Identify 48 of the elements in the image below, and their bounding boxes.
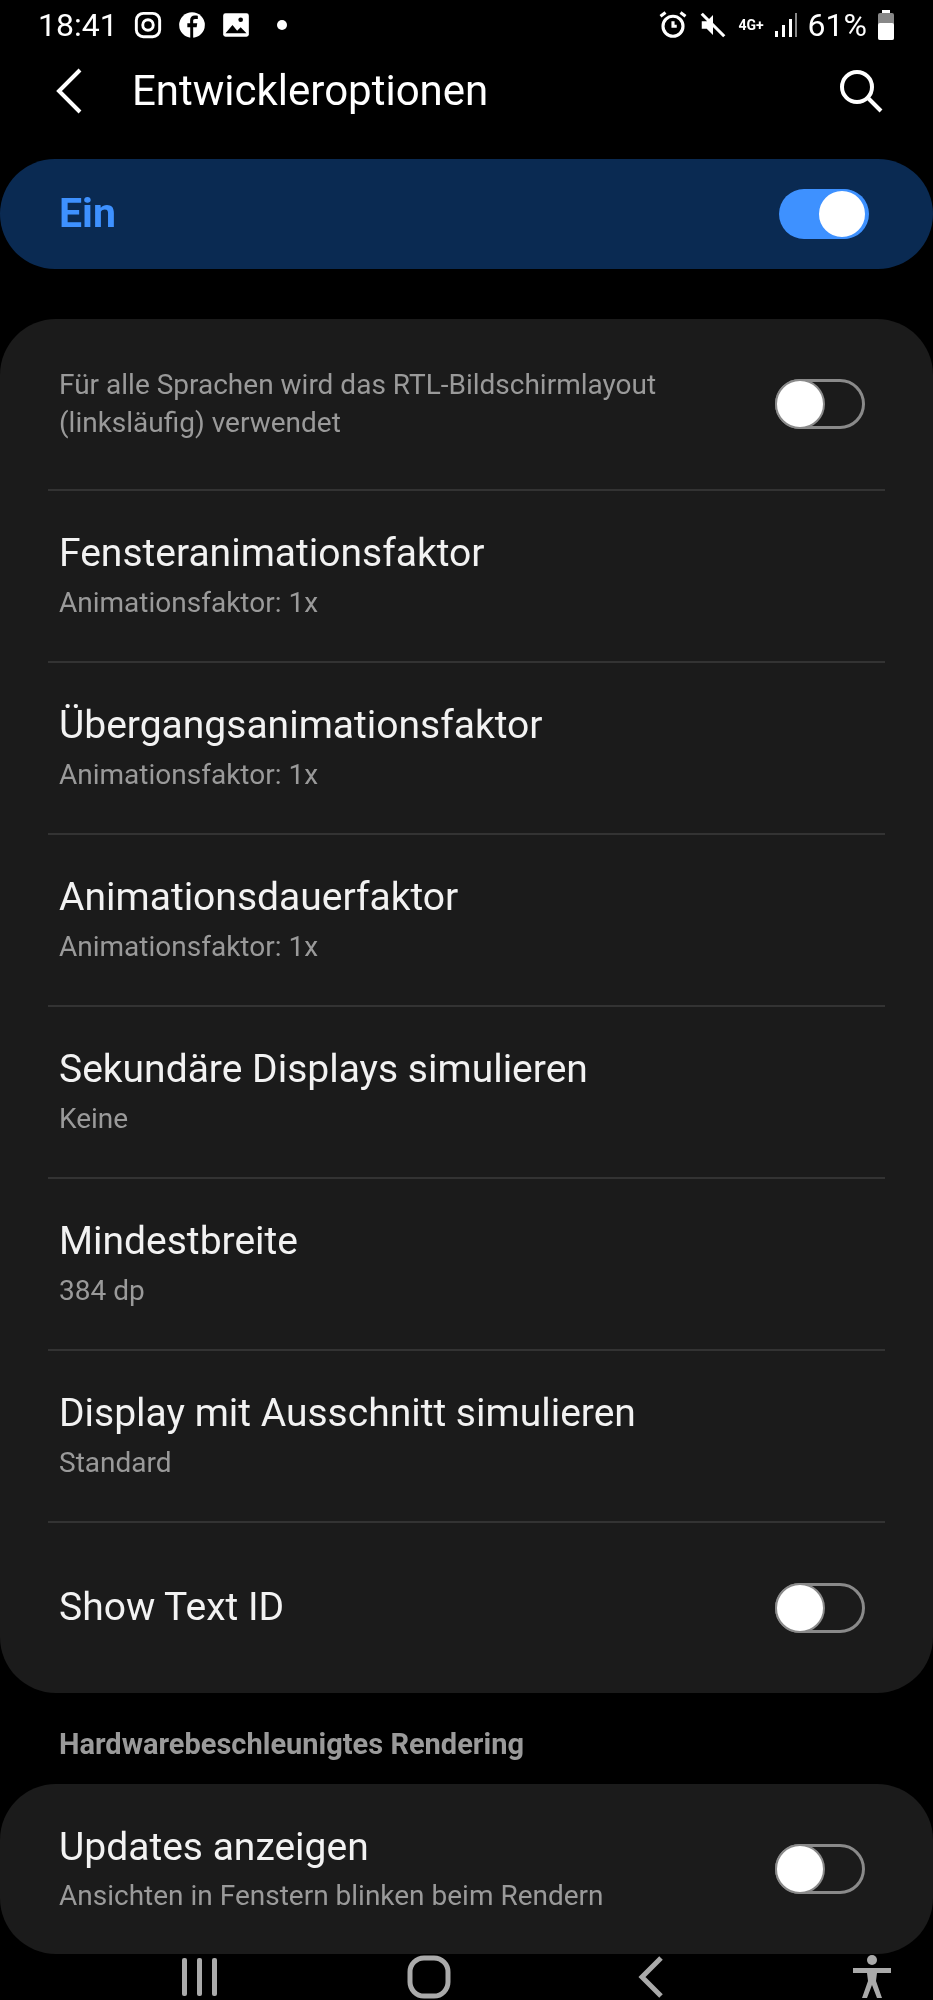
toggle-switch[interactable] xyxy=(775,1844,865,1894)
setting-title: Animationsdauerfaktor xyxy=(59,873,459,922)
setting-title: Display mit Ausschnitt simulieren xyxy=(59,1389,636,1438)
clock: 18:41 xyxy=(38,4,118,46)
master-switch-card[interactable]: Ein xyxy=(0,158,933,269)
battery-level: 61% xyxy=(807,4,867,46)
accessibility-icon[interactable] xyxy=(851,1954,893,2000)
setting-row[interactable]: Show Text ID xyxy=(0,1522,933,1693)
back-icon[interactable] xyxy=(638,1955,664,1999)
setting-subtitle: Für alle Sprachen wird das RTL-Bildschirmlayout (linksläufig) verwendet xyxy=(59,366,658,441)
alarm-icon xyxy=(658,9,689,40)
setting-row[interactable]: Display mit Ausschnitt simulieren Standard xyxy=(0,1350,933,1521)
image-icon xyxy=(221,10,250,39)
setting-subtitle: Standard xyxy=(59,1444,173,1481)
page-title: Entwickleroptionen xyxy=(132,65,489,118)
setting-row[interactable]: Mindestbreite 384 dp xyxy=(0,1178,933,1349)
setting-title: Sekundäre Displays simulieren xyxy=(59,1045,588,1094)
battery-icon xyxy=(877,9,895,40)
setting-row[interactable]: Fensteranimationsfaktor Animationsfaktor: 1x xyxy=(0,490,933,661)
setting-title: Mindestbreite xyxy=(59,1217,298,1266)
section-header: Hardwarebeschleunigtes Rendering xyxy=(59,1725,525,1763)
dot-icon xyxy=(275,18,288,31)
camera-icon xyxy=(133,10,162,39)
setting-subtitle: Keine xyxy=(59,1100,130,1137)
setting-title: Fensteranimationsfaktor xyxy=(59,529,485,578)
setting-row[interactable]: Updates anzeigen Ansichten in Fenstern blinken beim Rendern xyxy=(0,1784,933,1954)
setting-row[interactable]: Übergangsanimationsfaktor Animationsfaktor: 1x xyxy=(0,662,933,833)
setting-subtitle: Animationsfaktor: 1x xyxy=(59,928,320,965)
network-type: 4G+ xyxy=(738,17,764,32)
signal-icon xyxy=(773,10,798,39)
setting-subtitle: 384 dp xyxy=(59,1272,146,1309)
setting-title: Übergangsanimationsfaktor xyxy=(59,701,543,750)
setting-subtitle: Animationsfaktor: 1x xyxy=(59,756,320,793)
f-circle-icon xyxy=(177,10,206,39)
toggle-switch[interactable] xyxy=(775,1582,865,1633)
setting-subtitle: Animationsfaktor: 1x xyxy=(59,584,320,621)
setting-subtitle: Ansichten in Fenstern blinken beim Rendern xyxy=(59,1878,604,1915)
toggle-switch[interactable] xyxy=(775,378,865,429)
setting-row[interactable]: Sekundäre Displays simulieren Keine xyxy=(0,1006,933,1177)
toggle-switch[interactable] xyxy=(779,188,869,239)
master-switch-label: Ein xyxy=(59,187,116,239)
setting-title: Show Text ID xyxy=(59,1583,285,1632)
setting-row[interactable]: Animationsdauerfaktor Animationsfaktor: 1x xyxy=(0,834,933,1005)
setting-row[interactable]: Für alle Sprachen wird das RTL-Bildschirmlayout (linksläufig) verwendet xyxy=(0,318,933,489)
recents-icon[interactable] xyxy=(180,1956,220,1998)
home-icon[interactable] xyxy=(407,1955,451,1999)
setting-title: Updates anzeigen xyxy=(59,1822,370,1872)
search-icon[interactable] xyxy=(839,68,883,113)
